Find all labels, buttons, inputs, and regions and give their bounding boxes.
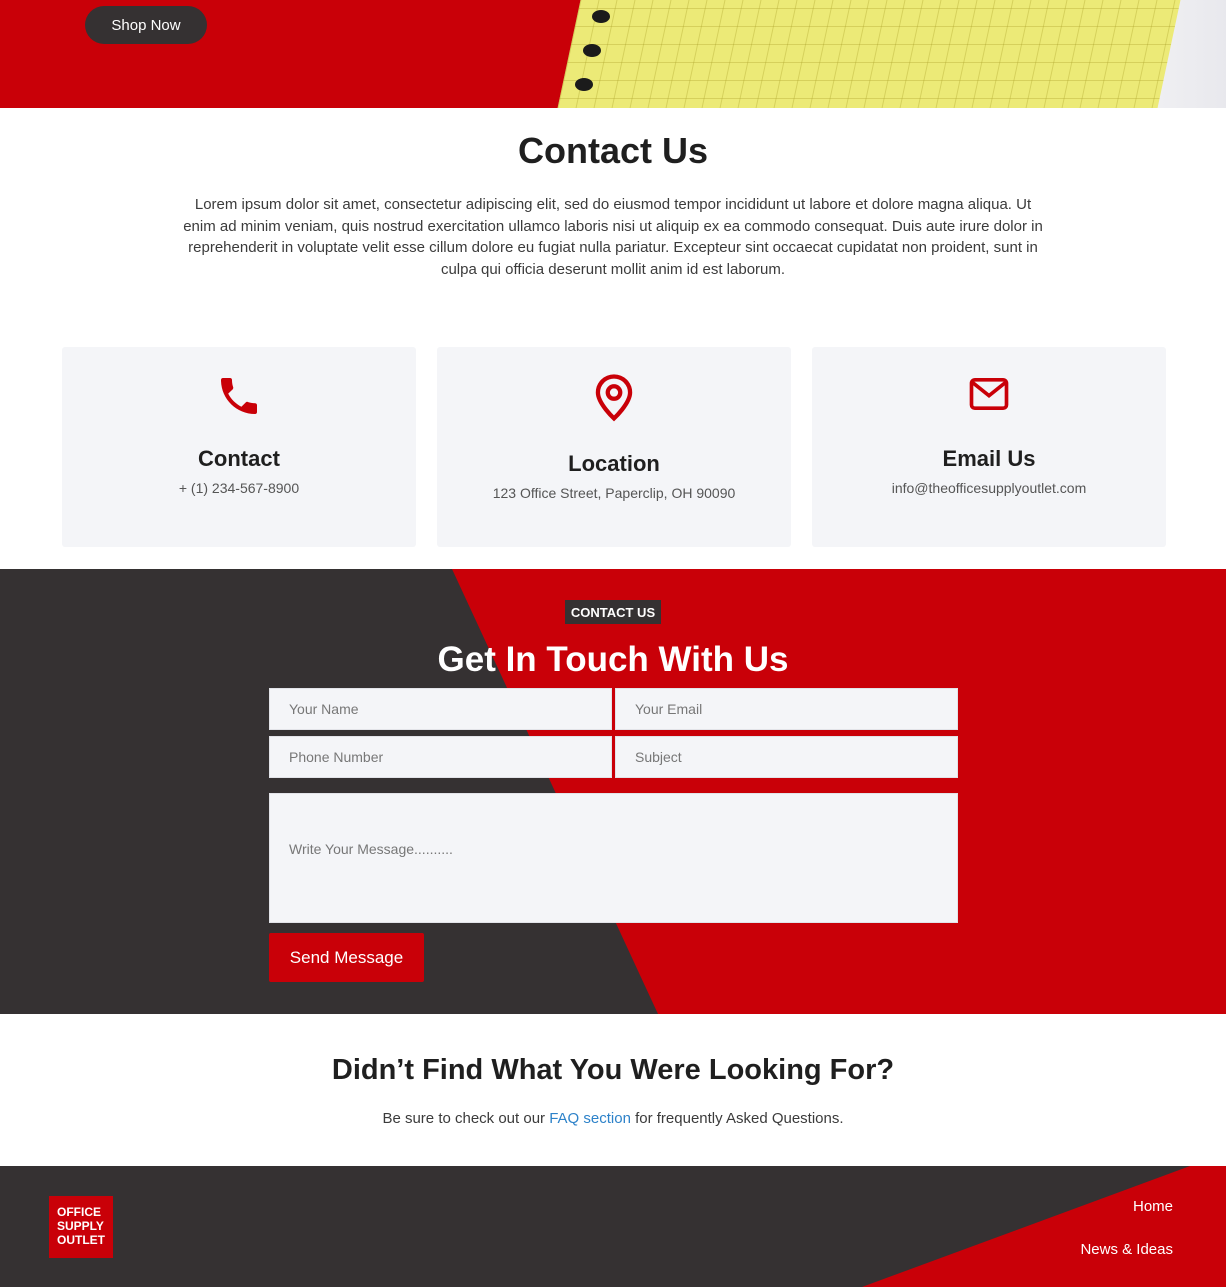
- form-title: Get In Touch With Us: [437, 640, 789, 679]
- contact-intro-text: Lorem ipsum dolor sit amet, consectetur …: [183, 196, 1043, 279]
- envelope-icon: [812, 377, 1166, 411]
- card-value: info@theofficesupplyoutlet.com: [891, 480, 1087, 496]
- faq-link[interactable]: FAQ section: [549, 1110, 631, 1127]
- footer-diagonal: [862, 1166, 1226, 1287]
- send-message-button[interactable]: Send Message: [269, 933, 424, 982]
- hero-banner: Shop Now: [0, 0, 1226, 108]
- phone-field[interactable]: Phone Number: [269, 736, 612, 778]
- location-pin-icon: [437, 372, 791, 422]
- card-title: Email Us: [942, 446, 1036, 471]
- faq-text: Be sure to check out our FAQ section for…: [0, 1110, 1226, 1127]
- footer-nav-news-ideas[interactable]: News & Ideas: [1080, 1241, 1173, 1258]
- logo-line: SUPPLY: [57, 1219, 104, 1233]
- notebook-ring: [575, 78, 593, 91]
- section-tag: CONTACT US: [565, 600, 661, 624]
- email-field[interactable]: Your Email: [615, 688, 958, 730]
- card-value: 123 Office Street, Paperclip, OH 90090: [492, 485, 736, 501]
- faq-title: Didn’t Find What You Were Looking For?: [331, 1054, 895, 1086]
- subject-field[interactable]: Subject: [615, 736, 958, 778]
- hero-notebook-image: [555, 0, 1183, 108]
- card-value: + (1) 234-567-8900: [178, 480, 300, 496]
- contact-form-section: CONTACT US Get In Touch With Us Your Nam…: [0, 569, 1226, 1014]
- card-title: Contact: [198, 446, 280, 471]
- phone-icon: [62, 372, 416, 420]
- contact-card-phone: Contact + (1) 234-567-8900: [62, 347, 416, 547]
- contact-card-email: Email Us info@theofficesupplyoutlet.com: [812, 347, 1166, 547]
- faq-text-after: for frequently Asked Questions.: [630, 1110, 844, 1127]
- contact-card-location: Location 123 Office Street, Paperclip, O…: [437, 347, 791, 547]
- contact-title: Contact Us: [517, 130, 709, 171]
- notebook-ring: [592, 10, 610, 23]
- name-field[interactable]: Your Name: [269, 688, 612, 730]
- faq-text-before: Be sure to check out our: [382, 1110, 550, 1127]
- shop-now-button[interactable]: Shop Now: [85, 6, 207, 44]
- card-title: Location: [568, 451, 660, 476]
- logo-line: OFFICE: [57, 1205, 101, 1219]
- site-footer: OFFICE SUPPLY OUTLET Home News & Ideas: [0, 1166, 1226, 1287]
- footer-nav-home[interactable]: Home: [1133, 1198, 1173, 1215]
- diagonal-background: [0, 569, 658, 1014]
- site-logo[interactable]: OFFICE SUPPLY OUTLET: [49, 1196, 113, 1258]
- message-textarea[interactable]: Write Your Message..........: [269, 793, 958, 923]
- notebook-ring: [583, 44, 601, 57]
- logo-line: OUTLET: [57, 1233, 105, 1247]
